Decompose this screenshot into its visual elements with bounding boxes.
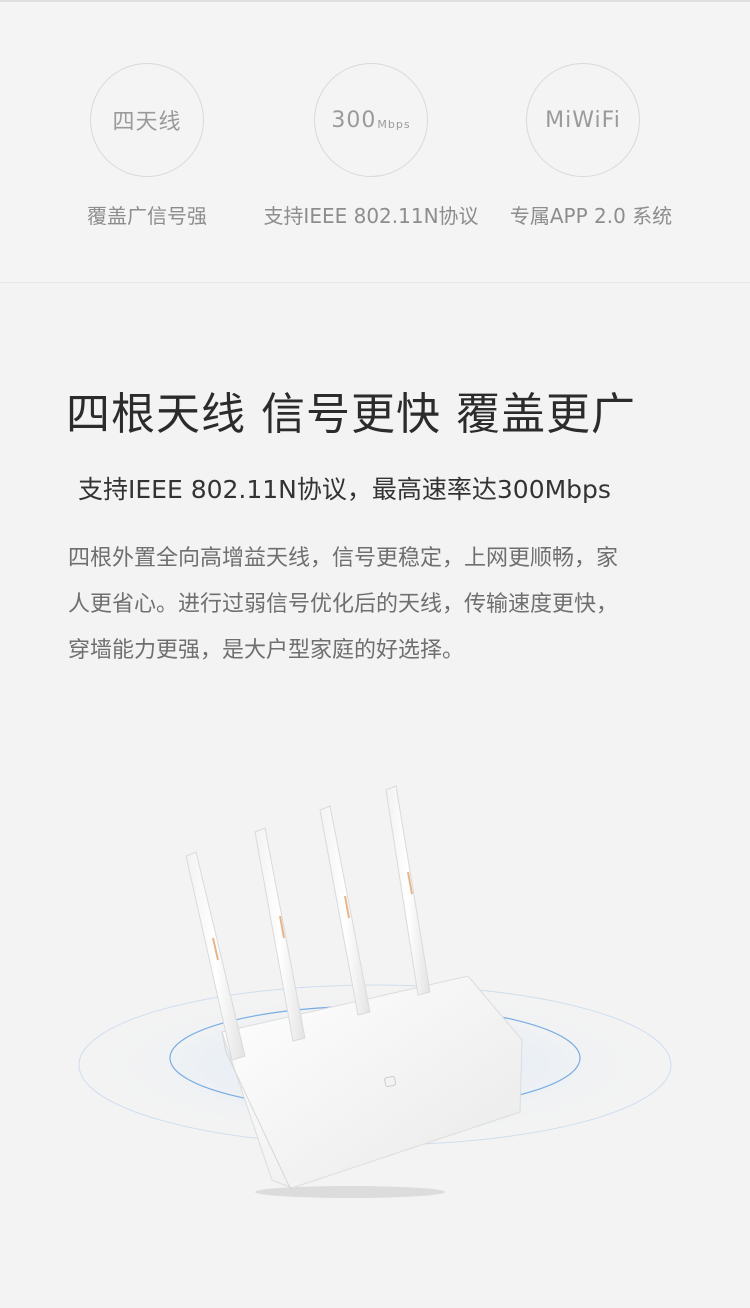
feature-strip: 四天线 覆盖广信号强 300 Mbps 支持IEEE 802.11N协议 MiWi… (0, 2, 750, 282)
feature-circle-app: MiWiFi (526, 63, 640, 177)
page-title: 四根天线 信号更快 覆盖更广 (66, 389, 636, 440)
description-line: 穿墙能力更强，是大户型家庭的好选择。 (68, 638, 465, 663)
description-line: 四根外置全向高增益天线，信号更稳定，上网更顺畅，家 (68, 546, 619, 571)
router-shadow (255, 1186, 445, 1198)
feature-caption-app: 专属APP 2.0 系统 (509, 204, 673, 228)
section-divider (0, 282, 750, 283)
feature-caption-antenna: 覆盖广信号强 (87, 204, 207, 228)
feature-circle-antenna: 四天线 (90, 63, 204, 177)
feature-antenna: 四天线 覆盖广信号强 (22, 2, 272, 282)
feature-circle-text: 四天线 (112, 110, 182, 135)
feature-circle-text: 300 (331, 107, 377, 133)
antenna-3 (319, 805, 371, 1016)
feature-caption-speed: 支持IEEE 802.11N协议 (263, 204, 479, 228)
router-image (78, 785, 672, 1198)
antenna-4 (385, 785, 431, 996)
feature-circle-text: MiWiFi (545, 107, 621, 133)
description-line: 人更省心。进行过弱信号优化后的天线，传输速度更快， (68, 592, 619, 617)
page-subtitle: 支持IEEE 802.11N协议，最高速率达300Mbps (78, 475, 611, 504)
description: 四根外置全向高增益天线，信号更稳定，上网更顺畅，家 人更省心。进行过弱信号优化后… (68, 536, 698, 674)
feature-app: MiWiFi 专属APP 2.0 系统 (466, 2, 716, 282)
feature-speed: 300 Mbps 支持IEEE 802.11N协议 (246, 2, 496, 282)
feature-circle-unit: Mbps (377, 117, 411, 131)
feature-circle-speed: 300 Mbps (314, 63, 428, 177)
